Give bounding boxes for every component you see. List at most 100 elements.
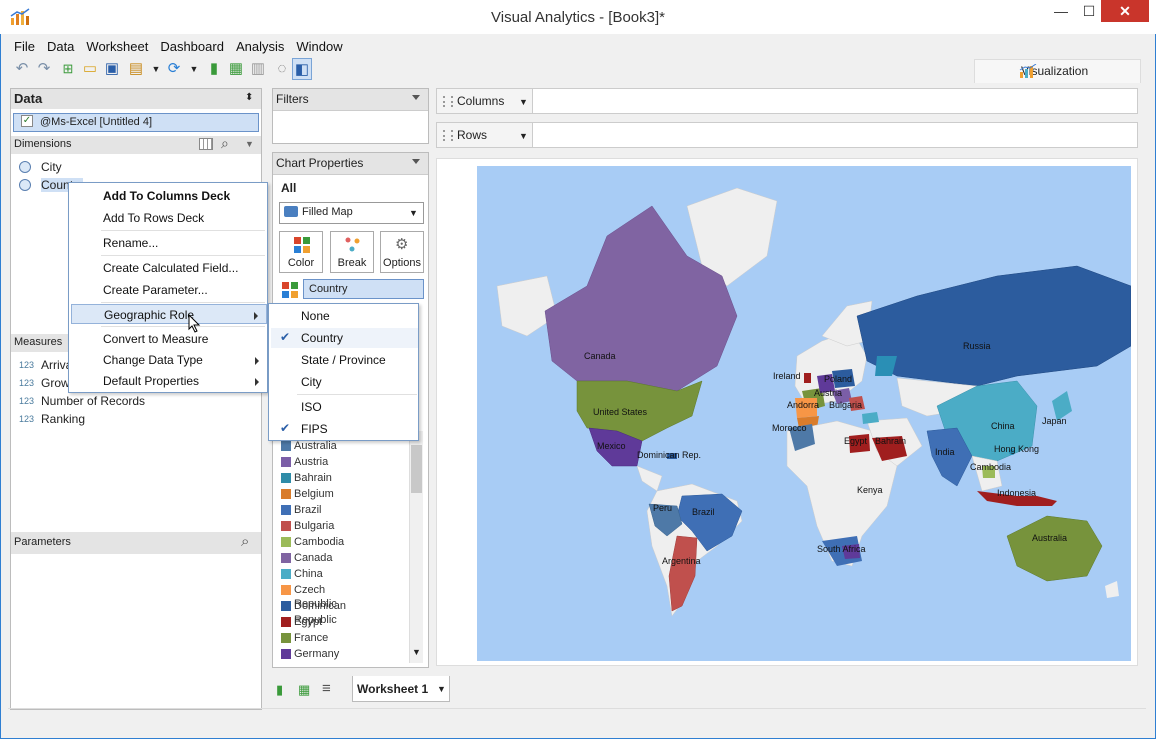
map-label-russia: Russia (963, 341, 991, 351)
legend-item[interactable]: Czech Republic (281, 583, 337, 610)
save-icon[interactable]: ▣ (102, 58, 122, 80)
chevron-down-icon[interactable] (412, 159, 420, 164)
legend-item[interactable]: China (281, 567, 323, 583)
new-dashboard-icon[interactable]: ▦ (298, 682, 310, 698)
legend-swatch (281, 521, 291, 531)
minimize-button[interactable]: — (1046, 0, 1076, 22)
status-bar (8, 708, 1146, 728)
menu-add-to-columns[interactable]: Add To Columns Deck (71, 186, 267, 206)
color-field-pill[interactable]: Country (303, 279, 424, 299)
legend-swatch (281, 601, 291, 611)
break-button[interactable]: Break (330, 231, 374, 273)
map-label-indonesia: Indonesia (997, 488, 1037, 498)
dimension-city[interactable]: City (19, 159, 62, 176)
menu-analysis[interactable]: Analysis (230, 36, 290, 57)
geo-role-country[interactable]: ✔ Country (271, 328, 418, 348)
data-panel-title: Data (11, 89, 261, 109)
geo-role-city[interactable]: City (271, 372, 418, 392)
options-button[interactable]: ⚙ Options (380, 231, 424, 273)
new-worksheet-icon[interactable]: ▮ (204, 58, 224, 80)
geo-role-state-province[interactable]: State / Province (271, 350, 418, 370)
menu-rename[interactable]: Rename... (71, 233, 267, 253)
new-icon[interactable]: ⊞ (58, 58, 78, 80)
redo-icon[interactable]: ↷ (34, 58, 54, 80)
chevron-down-icon[interactable]: ▼ (146, 58, 166, 80)
open-folder-icon[interactable]: ▭ (80, 58, 100, 80)
menu-dashboard[interactable]: Dashboard (154, 36, 230, 57)
close-button[interactable]: ✕ (1101, 0, 1149, 22)
legend-item[interactable]: Canada (281, 551, 333, 567)
table-icon[interactable] (199, 138, 213, 150)
menu-file[interactable]: File (8, 36, 41, 57)
visualization-tab[interactable]: Visualization (974, 59, 1141, 83)
menu-create-calculated-field[interactable]: Create Calculated Field... (71, 258, 267, 278)
legend-item[interactable]: Brazil (281, 503, 322, 519)
geo-role-none[interactable]: None (271, 306, 418, 326)
menu-change-data-type[interactable]: Change Data Type (71, 350, 267, 370)
columns-shelf[interactable]: Columns ▼ (436, 88, 1138, 114)
legend-item[interactable]: Australia (281, 439, 337, 455)
sort-icon[interactable]: ⬍ (245, 92, 253, 103)
globe-icon (19, 161, 31, 173)
filled-map[interactable]: Canada United States Mexico Dominican Re… (477, 166, 1131, 661)
chevron-down-icon[interactable]: ▼ (412, 647, 421, 657)
chart-icon[interactable]: ▥ (248, 58, 268, 80)
menu-add-to-rows[interactable]: Add To Rows Deck (71, 208, 267, 228)
scrollbar-thumb[interactable] (411, 445, 422, 493)
legend-item[interactable]: Bahrain (281, 471, 332, 487)
chevron-down-icon[interactable] (412, 95, 420, 100)
chevron-down-icon[interactable]: ▼ (245, 139, 254, 149)
worksheet-tab[interactable]: Worksheet 1 ▼ (352, 676, 450, 702)
legend-scrollbar[interactable]: ▼ (409, 431, 423, 663)
legend-item[interactable]: Cambodia (281, 535, 344, 551)
menu-worksheet[interactable]: Worksheet (80, 36, 154, 57)
map-icon (284, 206, 298, 217)
search-icon[interactable]: ⌕ (241, 533, 249, 550)
chevron-down-icon[interactable]: ▼ (437, 684, 446, 694)
menu-default-properties[interactable]: Default Properties (71, 371, 267, 391)
menu-convert-to-measure[interactable]: Convert to Measure (71, 329, 267, 349)
legend-item[interactable]: Germany (281, 647, 339, 663)
sheet-list-icon[interactable]: ≡ (322, 680, 331, 697)
menu-geographic-role[interactable]: Geographic Role (71, 304, 267, 324)
search-icon[interactable]: ⌕ (221, 135, 229, 152)
new-dashboard-icon[interactable]: ▦ (226, 58, 246, 80)
world-map (496, 187, 1131, 617)
legend-item[interactable]: Dominican Republic (281, 599, 346, 626)
legend-item[interactable]: Belgium (281, 487, 334, 503)
maximize-button[interactable]: ☐ (1074, 0, 1104, 22)
title-bar: Visual Analytics - [Book3]* — ☐ ✕ (0, 0, 1156, 34)
color-button[interactable]: Color (279, 231, 323, 273)
legend-item[interactable]: Austria (281, 455, 328, 471)
geo-role-fips[interactable]: ✔ FIPS (271, 419, 418, 439)
undo-icon[interactable]: ↶ (12, 58, 32, 80)
legend-item[interactable]: Egypt (281, 615, 322, 631)
measure-ranking[interactable]: 123 Ranking (19, 411, 85, 428)
legend-item[interactable]: Bulgaria (281, 519, 334, 535)
chevron-down-icon[interactable]: ▼ (409, 208, 418, 218)
chart-type-select[interactable]: Filled Map (279, 202, 424, 224)
geo-role-iso[interactable]: ISO (271, 397, 418, 417)
measure-number-of-records[interactable]: 123 Number of Records (19, 393, 145, 410)
rows-shelf[interactable]: Rows ▼ (436, 122, 1138, 148)
lasso-icon[interactable]: ◌ (272, 58, 292, 80)
chevron-down-icon[interactable]: ▼ (519, 131, 528, 141)
geographic-role-submenu: None ✔ Country State / Province City ISO … (268, 303, 419, 441)
map-label-brazil: Brazil (692, 507, 715, 517)
datasource-item[interactable]: @Ms-Excel [Untitled 4] (13, 113, 259, 132)
legend-item[interactable]: France (281, 631, 328, 647)
visualization-area: Canada United States Mexico Dominican Re… (436, 158, 1138, 666)
legend-swatch (281, 441, 291, 451)
data-source-icon[interactable]: ▤ (126, 58, 146, 80)
map-label-australia: Australia (1032, 533, 1068, 543)
toolbar: ↶ ↷ ⊞ ▭ ▣ ▤ ▼ ⟳ ▼ ▮ ▦ ▥ ◌ ◧ (12, 58, 322, 82)
refresh-icon[interactable]: ⟳ (164, 58, 184, 80)
menu-create-parameter[interactable]: Create Parameter... (71, 280, 267, 300)
new-worksheet-icon[interactable]: ▮ (276, 682, 283, 698)
legend-swatch (281, 569, 291, 579)
chevron-down-icon[interactable]: ▼ (519, 97, 528, 107)
menu-data[interactable]: Data (41, 36, 80, 57)
menu-window[interactable]: Window (290, 36, 348, 57)
presentation-icon[interactable]: ◧ (292, 58, 312, 80)
chevron-down-icon[interactable]: ▼ (184, 58, 204, 80)
